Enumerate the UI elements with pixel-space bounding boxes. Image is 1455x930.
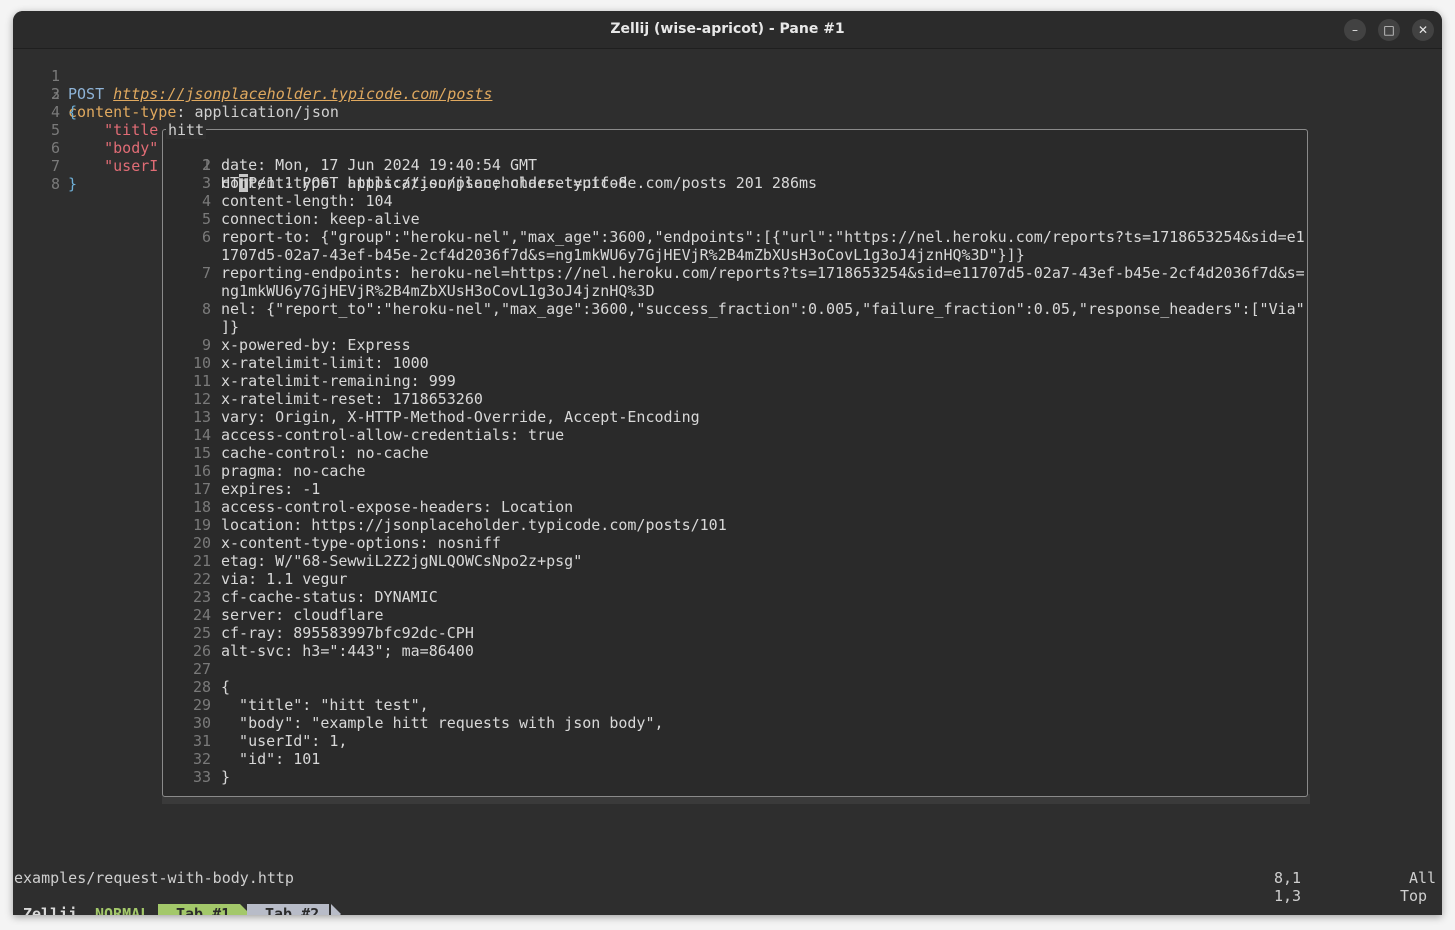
mode-indicator: NORMAL: [95, 905, 150, 915]
status-filename: examples/request-with-body.http: [14, 869, 294, 887]
popup-title: hitt: [166, 121, 207, 139]
maximize-icon[interactable]: □: [1378, 19, 1400, 41]
tab-2-arrow: [331, 904, 341, 915]
request-url[interactable]: https://jsonplaceholder.typicode.com/pos…: [113, 85, 492, 103]
editor-line: 1 POST https://jsonplaceholder.typicode.…: [50, 67, 493, 103]
status-scroll: All: [1409, 869, 1437, 887]
editor-line: 2 content-type: application/json: [50, 85, 339, 121]
close-icon[interactable]: ✕: [1412, 19, 1434, 41]
response-popup[interactable]: 1 HTTP/1.1 POST https://jsonplaceholder.…: [162, 129, 1308, 797]
title-bar: Zellij (wise-apricot) - Pane #1 – □ ✕: [13, 11, 1442, 49]
header-name: content-type: [68, 103, 177, 121]
minimize-icon[interactable]: –: [1344, 19, 1366, 41]
terminal-window: Zellij (wise-apricot) - Pane #1 – □ ✕ 1 …: [13, 11, 1442, 915]
terminal-pane[interactable]: 1 POST https://jsonplaceholder.typicode.…: [13, 49, 1442, 915]
request-method: POST: [68, 85, 105, 103]
header-value: application/json: [194, 103, 339, 121]
zellij-label: Zellij: [23, 905, 78, 915]
tab-1[interactable]: Tab #1: [158, 904, 241, 915]
window-title: Zellij (wise-apricot) - Pane #1: [610, 21, 845, 37]
status-cursor-position: 8,1: [1274, 869, 1302, 887]
tab-2[interactable]: Tab #2: [247, 904, 330, 915]
zellij-tab-bar: Zellij NORMAL Tab #1 Tab #2: [13, 903, 1442, 915]
response-line: 1 HTTP/1.1 POST https://jsonplaceholder.…: [201, 156, 818, 192]
editor-statusline: examples/request-with-body.http 8,1 All …: [13, 867, 1442, 905]
